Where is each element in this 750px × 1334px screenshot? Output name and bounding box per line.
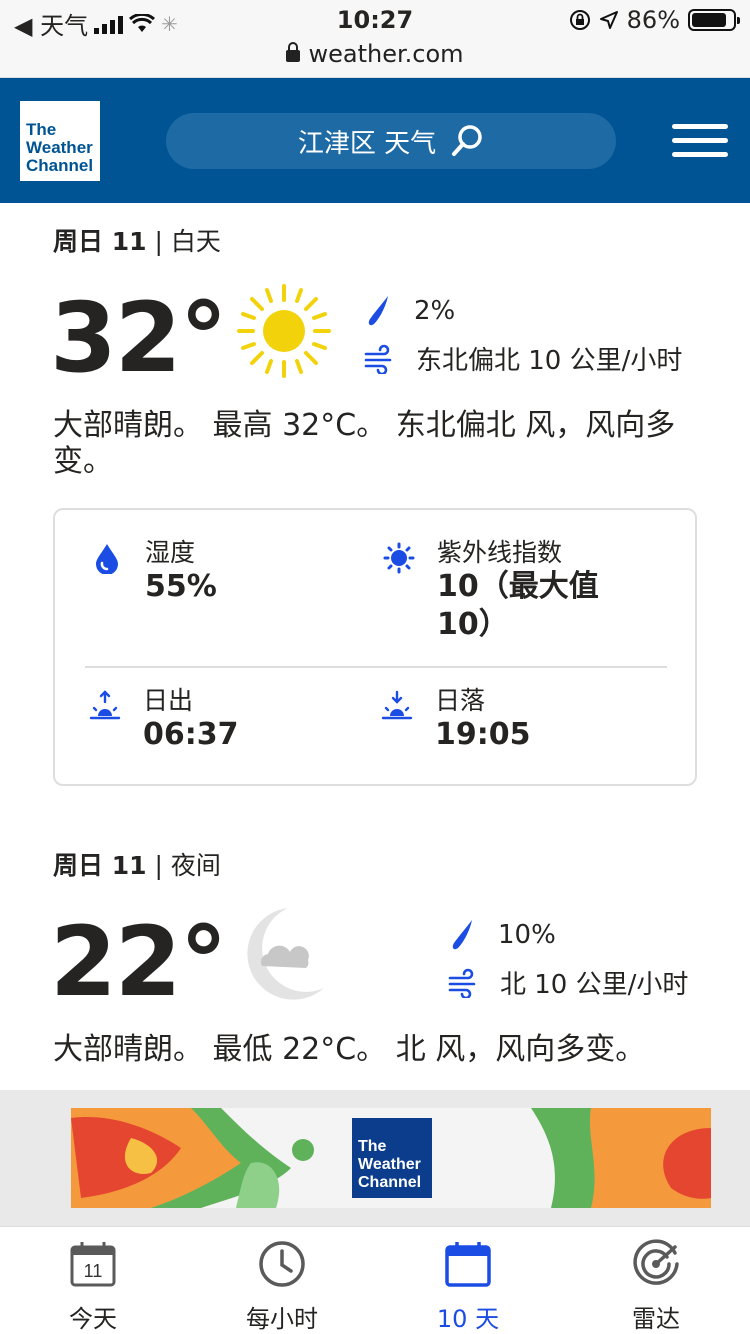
humidity-item: 湿度 55% (91, 538, 217, 606)
calendar-day-icon: 11 (70, 1242, 116, 1287)
day-temperature: 32° (50, 282, 228, 394)
humidity-value: 55% (145, 569, 217, 604)
url-text: weather.com (308, 40, 464, 68)
tab-hourly[interactable]: 每小时 (222, 1239, 342, 1334)
sunrise-label: 日出 (143, 686, 194, 715)
logo-line-3: Channel (26, 156, 94, 175)
location-search-button[interactable]: 江津区 天气 (166, 113, 616, 169)
night-label-separator: | (146, 851, 171, 880)
night-part-label: 周日 11 | 夜间 (53, 846, 221, 882)
battery-icon (688, 9, 740, 31)
ad-banner: The Weather Channel (0, 1090, 750, 1226)
moon-cloud-icon (247, 908, 324, 1000)
sunrise-icon (89, 690, 121, 720)
day-precip-value: 2% (414, 296, 456, 326)
day-wind-value: 东北偏北 10 公里/小时 (416, 346, 683, 376)
day-wind: 东北偏北 10 公里/小时 (364, 340, 682, 377)
tab-10-day[interactable]: 10 天 (408, 1239, 528, 1334)
radar-ad-image[interactable]: The Weather Channel (71, 1108, 711, 1208)
day-label-separator: | (146, 227, 171, 256)
night-wind-value: 北 10 公里/小时 (500, 970, 689, 1000)
ad-logo-line-2: Weather (358, 1156, 421, 1173)
day-label-part: 白天 (170, 227, 221, 256)
raindrop-icon (452, 920, 472, 950)
night-wind: 北 10 公里/小时 (448, 964, 688, 1001)
url-bar[interactable]: weather.com (0, 40, 750, 68)
tab-hourly-label: 每小时 (246, 1305, 318, 1333)
weather-channel-logo[interactable]: The Weather Channel (20, 101, 100, 181)
uv-index-item: 紫外线指数 10（最大值10） (383, 538, 623, 644)
tab-10-day-label: 10 天 (436, 1305, 500, 1333)
status-bar: ◀ 天气 ✳ 10:27 86% weather.com (0, 0, 750, 78)
bottom-tab-bar: 11 今天 每小时 10 天 雷达 (0, 1226, 750, 1334)
details-divider (85, 666, 667, 668)
tab-radar-label: 雷达 (632, 1305, 680, 1333)
lock-icon (286, 42, 301, 62)
calendar-icon (445, 1242, 491, 1287)
battery-percent: 86% (626, 6, 680, 34)
clock-icon (259, 1241, 305, 1287)
ad-logo-line-1: The (358, 1138, 387, 1155)
location-arrow-icon (599, 11, 618, 29)
ad-weather-channel-logo: The Weather Channel (352, 1118, 432, 1198)
night-temperature: 22° (50, 906, 228, 1018)
night-label-date: 周日 11 (53, 851, 147, 880)
tab-radar[interactable]: 雷达 (596, 1239, 716, 1334)
search-text: 江津区 天气 (297, 128, 437, 159)
hamburger-menu-icon[interactable] (672, 124, 728, 158)
sunrise-item: 日出 06:37 (89, 686, 239, 754)
day-part-label: 周日 11 | 白天 (53, 222, 221, 258)
night-precip-value: 10% (498, 920, 556, 950)
sunny-icon (237, 284, 331, 378)
wind-icon (448, 968, 476, 998)
night-description: 大部晴朗。 最低 22°C。 北 风，风向多变。 (53, 1032, 646, 1067)
site-header: The Weather Channel 江津区 天气 (0, 78, 750, 203)
day-precip: 2% (366, 294, 455, 328)
night-precip: 10% (450, 918, 556, 952)
sunrise-value: 06:37 (143, 717, 239, 752)
logo-line-2: Weather (26, 138, 93, 157)
status-right: 86% (569, 6, 740, 34)
humidity-label: 湿度 (145, 538, 196, 567)
uv-label: 紫外线指数 (437, 538, 563, 567)
tab-today-label: 今天 (69, 1305, 117, 1333)
ad-logo-line-3: Channel (358, 1174, 422, 1191)
uv-sun-icon (383, 542, 415, 574)
day-label-date: 周日 11 (53, 227, 147, 256)
sunset-value: 19:05 (435, 717, 531, 752)
calendar-badge: 11 (84, 1261, 103, 1281)
search-icon (452, 125, 482, 156)
day-description: 大部晴朗。 最高 32°C。 东北偏北 风，风向多变。 (53, 408, 676, 479)
night-label-part: 夜间 (170, 851, 221, 880)
logo-line-1: The (26, 120, 57, 139)
radar-icon (633, 1239, 679, 1285)
uv-value: 10（最大值10） (437, 569, 599, 642)
day-details-card: 湿度 55% 紫外线指数 10（最大值10） 日出 06:37 日落 19:05 (53, 508, 697, 786)
humidity-drop-icon (96, 544, 118, 574)
wind-icon (364, 344, 392, 374)
sunset-label: 日落 (435, 686, 486, 715)
raindrop-icon (368, 296, 388, 326)
tab-today[interactable]: 11 今天 (33, 1239, 153, 1334)
sunset-item: 日落 19:05 (381, 686, 531, 754)
sunset-icon (381, 690, 413, 720)
orientation-lock-icon (569, 10, 590, 30)
